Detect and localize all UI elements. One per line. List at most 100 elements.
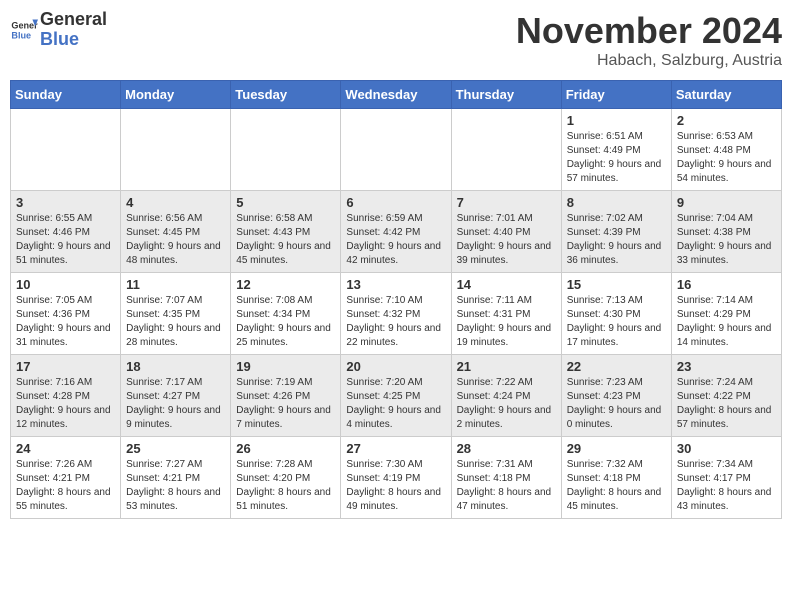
calendar-cell: 16 Sunrise: 7:14 AM Sunset: 4:29 PM Dayli… (671, 273, 781, 355)
day-number: 25 (126, 441, 225, 456)
day-number: 15 (567, 277, 666, 292)
calendar-cell: 14Sunrise: 7:11 AM Sunset: 4:31 PM Dayli… (451, 273, 561, 355)
location: Habach, Salzburg, Austria (516, 52, 782, 70)
calendar-cell: 21 Sunrise: 7:22 AM Sunset: 4:24 PM Dayli… (451, 355, 561, 437)
day-number: 5 (236, 195, 335, 210)
calendar-cell: 1 Sunrise: 6:51 AM Sunset: 4:49 PM Daylig… (561, 109, 671, 191)
column-header-saturday: Saturday (671, 81, 781, 109)
logo-line2: Blue (40, 30, 107, 50)
calendar-cell: 19Sunrise: 7:19 AM Sunset: 4:26 PM Dayli… (231, 355, 341, 437)
calendar-cell: 5Sunrise: 6:58 AM Sunset: 4:43 PM Daylig… (231, 191, 341, 273)
calendar-cell: 29Sunrise: 7:32 AM Sunset: 4:18 PM Dayli… (561, 437, 671, 519)
day-info: Sunrise: 7:20 AM Sunset: 4:25 PM Dayligh… (346, 376, 445, 432)
column-header-wednesday: Wednesday (341, 81, 451, 109)
logo-text: General Blue (40, 10, 107, 50)
day-number: 16 (677, 277, 776, 292)
day-info: Sunrise: 7:14 AM Sunset: 4:29 PM Dayligh… (677, 294, 776, 350)
calendar-cell: 26Sunrise: 7:28 AM Sunset: 4:20 PM Dayli… (231, 437, 341, 519)
day-number: 27 (346, 441, 445, 456)
day-info: Sunrise: 6:59 AM Sunset: 4:42 PM Dayligh… (346, 212, 445, 268)
calendar-cell: 30 Sunrise: 7:34 AM Sunset: 4:17 PM Dayli… (671, 437, 781, 519)
day-number: 23 (677, 359, 776, 374)
svg-text:Blue: Blue (11, 30, 31, 40)
calendar-cell: 2Sunrise: 6:53 AM Sunset: 4:48 PM Daylig… (671, 109, 781, 191)
day-info: Sunrise: 7:13 AM Sunset: 4:30 PM Dayligh… (567, 294, 666, 350)
month-title: November 2024 (516, 10, 782, 52)
calendar-cell: 24Sunrise: 7:26 AM Sunset: 4:21 PM Dayli… (11, 437, 121, 519)
day-info: Sunrise: 7:08 AM Sunset: 4:34 PM Dayligh… (236, 294, 335, 350)
calendar-cell: 7 Sunrise: 7:01 AM Sunset: 4:40 PM Daylig… (451, 191, 561, 273)
calendar-week-2: 3Sunrise: 6:55 AM Sunset: 4:46 PM Daylig… (11, 191, 782, 273)
day-number: 28 (457, 441, 556, 456)
column-header-thursday: Thursday (451, 81, 561, 109)
calendar-cell: 6 Sunrise: 6:59 AM Sunset: 4:42 PM Daylig… (341, 191, 451, 273)
calendar-cell: 3Sunrise: 6:55 AM Sunset: 4:46 PM Daylig… (11, 191, 121, 273)
day-info: Sunrise: 7:10 AM Sunset: 4:32 PM Dayligh… (346, 294, 445, 350)
day-number: 20 (346, 359, 445, 374)
day-info: Sunrise: 7:01 AM Sunset: 4:40 PM Dayligh… (457, 212, 556, 268)
day-number: 22 (567, 359, 666, 374)
day-info: Sunrise: 6:56 AM Sunset: 4:45 PM Dayligh… (126, 212, 225, 268)
day-info: Sunrise: 7:28 AM Sunset: 4:20 PM Dayligh… (236, 458, 335, 514)
day-info: Sunrise: 7:07 AM Sunset: 4:35 PM Dayligh… (126, 294, 225, 350)
logo-icon: General Blue (10, 16, 38, 44)
calendar-cell: 20 Sunrise: 7:20 AM Sunset: 4:25 PM Dayli… (341, 355, 451, 437)
calendar-cell (451, 109, 561, 191)
calendar-table: SundayMondayTuesdayWednesdayThursdayFrid… (10, 80, 782, 519)
day-number: 11 (126, 277, 225, 292)
calendar-cell: 9Sunrise: 7:04 AM Sunset: 4:38 PM Daylig… (671, 191, 781, 273)
day-number: 18 (126, 359, 225, 374)
calendar-cell: 23 Sunrise: 7:24 AM Sunset: 4:22 PM Dayli… (671, 355, 781, 437)
day-number: 13 (346, 277, 445, 292)
day-info: Sunrise: 7:24 AM Sunset: 4:22 PM Dayligh… (677, 376, 776, 432)
page-header: General Blue General Blue November 2024 … (10, 10, 782, 70)
day-info: Sunrise: 7:31 AM Sunset: 4:18 PM Dayligh… (457, 458, 556, 514)
column-header-tuesday: Tuesday (231, 81, 341, 109)
column-header-monday: Monday (121, 81, 231, 109)
day-info: Sunrise: 7:34 AM Sunset: 4:17 PM Dayligh… (677, 458, 776, 514)
day-info: Sunrise: 6:55 AM Sunset: 4:46 PM Dayligh… (16, 212, 115, 268)
calendar-cell: 22 Sunrise: 7:23 AM Sunset: 4:23 PM Dayli… (561, 355, 671, 437)
calendar-cell: 13 Sunrise: 7:10 AM Sunset: 4:32 PM Dayli… (341, 273, 451, 355)
day-number: 12 (236, 277, 335, 292)
calendar-cell: 25 Sunrise: 7:27 AM Sunset: 4:21 PM Dayli… (121, 437, 231, 519)
calendar-cell: 11 Sunrise: 7:07 AM Sunset: 4:35 PM Dayli… (121, 273, 231, 355)
day-info: Sunrise: 7:22 AM Sunset: 4:24 PM Dayligh… (457, 376, 556, 432)
calendar-cell: 8Sunrise: 7:02 AM Sunset: 4:39 PM Daylig… (561, 191, 671, 273)
day-number: 7 (457, 195, 556, 210)
calendar-cell (231, 109, 341, 191)
calendar-cell: 12 Sunrise: 7:08 AM Sunset: 4:34 PM Dayli… (231, 273, 341, 355)
day-number: 17 (16, 359, 115, 374)
column-header-friday: Friday (561, 81, 671, 109)
day-number: 2 (677, 113, 776, 128)
title-block: November 2024 Habach, Salzburg, Austria (516, 10, 782, 70)
day-number: 4 (126, 195, 225, 210)
day-info: Sunrise: 7:05 AM Sunset: 4:36 PM Dayligh… (16, 294, 115, 350)
column-header-sunday: Sunday (11, 81, 121, 109)
day-number: 1 (567, 113, 666, 128)
calendar-cell: 15 Sunrise: 7:13 AM Sunset: 4:30 PM Dayli… (561, 273, 671, 355)
day-info: Sunrise: 7:27 AM Sunset: 4:21 PM Dayligh… (126, 458, 225, 514)
day-info: Sunrise: 7:19 AM Sunset: 4:26 PM Dayligh… (236, 376, 335, 432)
day-info: Sunrise: 7:17 AM Sunset: 4:27 PM Dayligh… (126, 376, 225, 432)
day-number: 10 (16, 277, 115, 292)
calendar-cell (341, 109, 451, 191)
day-info: Sunrise: 7:11 AM Sunset: 4:31 PM Dayligh… (457, 294, 556, 350)
day-number: 21 (457, 359, 556, 374)
calendar-cell: 28 Sunrise: 7:31 AM Sunset: 4:18 PM Dayli… (451, 437, 561, 519)
calendar-week-1: 1 Sunrise: 6:51 AM Sunset: 4:49 PM Daylig… (11, 109, 782, 191)
day-info: Sunrise: 7:04 AM Sunset: 4:38 PM Dayligh… (677, 212, 776, 268)
calendar-week-4: 17 Sunrise: 7:16 AM Sunset: 4:28 PM Dayli… (11, 355, 782, 437)
day-number: 6 (346, 195, 445, 210)
day-info: Sunrise: 7:23 AM Sunset: 4:23 PM Dayligh… (567, 376, 666, 432)
day-number: 30 (677, 441, 776, 456)
calendar-cell: 10 Sunrise: 7:05 AM Sunset: 4:36 PM Dayli… (11, 273, 121, 355)
calendar-week-5: 24Sunrise: 7:26 AM Sunset: 4:21 PM Dayli… (11, 437, 782, 519)
calendar-cell: 18 Sunrise: 7:17 AM Sunset: 4:27 PM Dayli… (121, 355, 231, 437)
calendar-cell: 27Sunrise: 7:30 AM Sunset: 4:19 PM Dayli… (341, 437, 451, 519)
logo-line1: General (40, 10, 107, 30)
day-info: Sunrise: 6:51 AM Sunset: 4:49 PM Dayligh… (567, 130, 666, 186)
day-info: Sunrise: 7:16 AM Sunset: 4:28 PM Dayligh… (16, 376, 115, 432)
day-info: Sunrise: 7:02 AM Sunset: 4:39 PM Dayligh… (567, 212, 666, 268)
calendar-header-row: SundayMondayTuesdayWednesdayThursdayFrid… (11, 81, 782, 109)
